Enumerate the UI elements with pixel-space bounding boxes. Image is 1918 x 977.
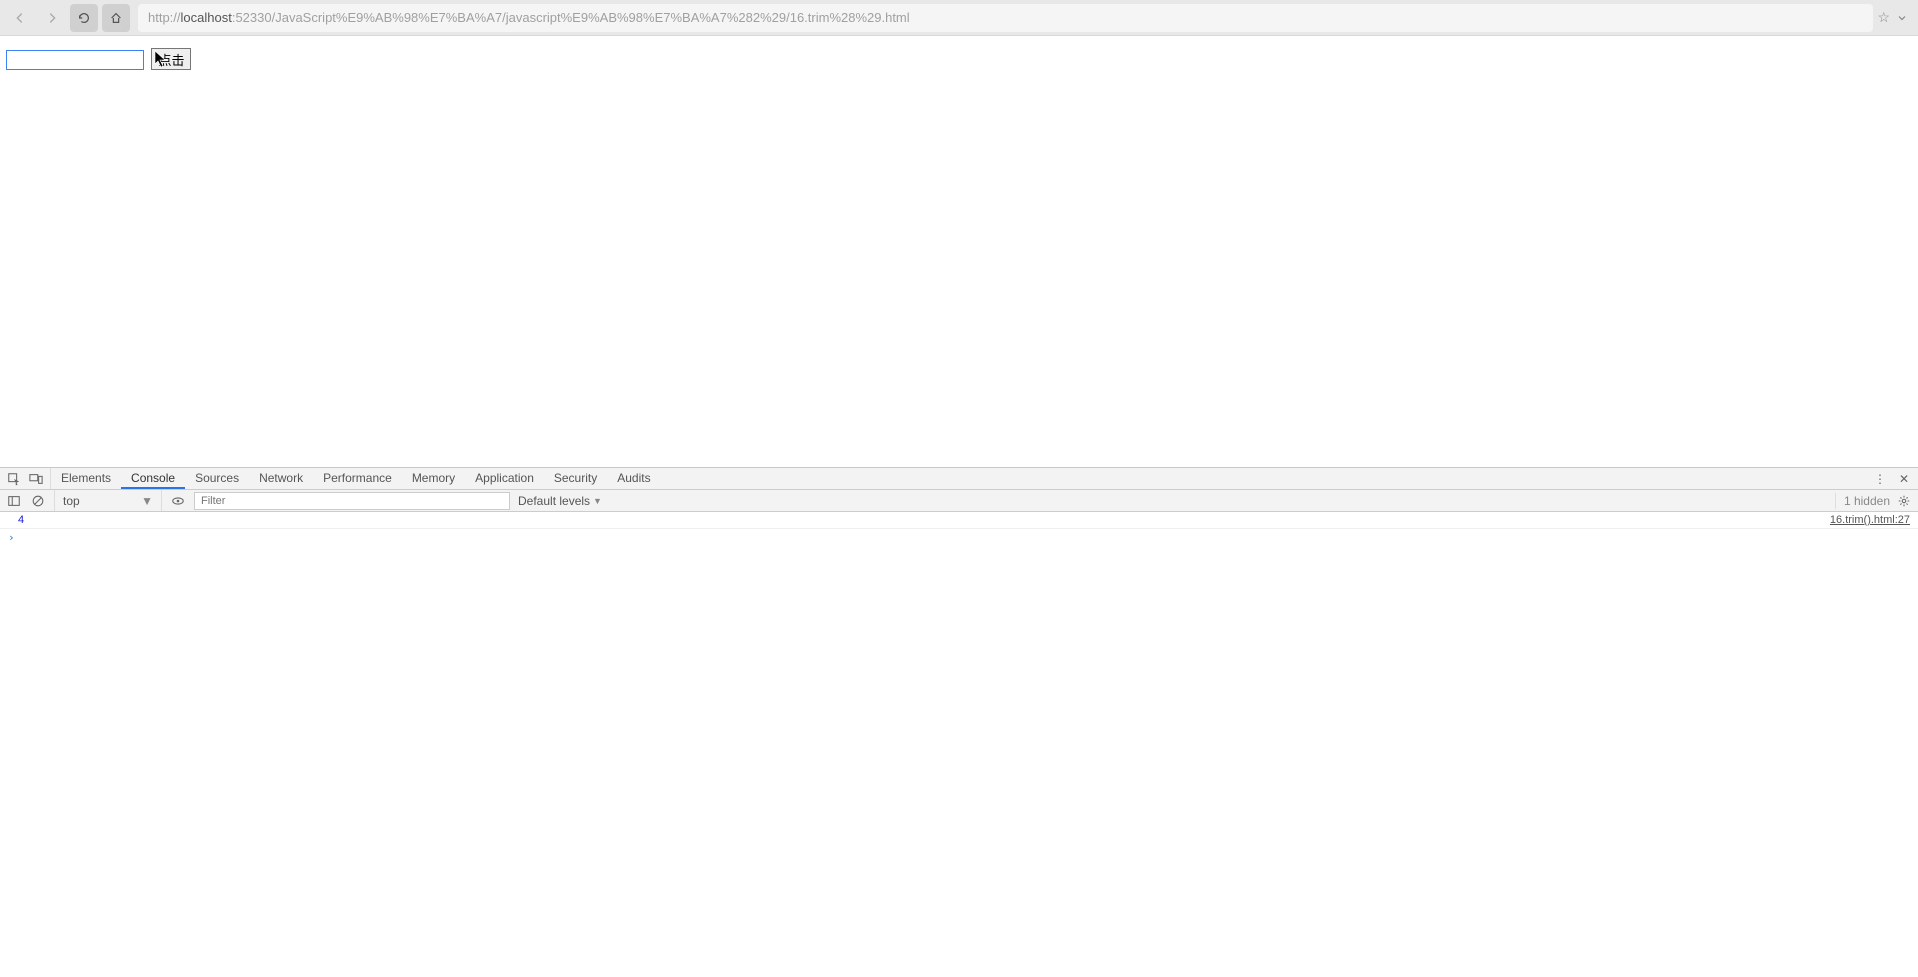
device-icon[interactable]: [28, 471, 44, 487]
inspect-icon[interactable]: [6, 471, 22, 487]
eye-icon[interactable]: [170, 493, 186, 509]
devtools-panel: Elements Console Sources Network Perform…: [0, 467, 1918, 977]
text-input[interactable]: [6, 50, 144, 70]
tab-sources[interactable]: Sources: [185, 468, 249, 489]
hidden-label[interactable]: 1 hidden: [1844, 494, 1890, 508]
more-icon[interactable]: ⋮: [1872, 471, 1888, 487]
page-content: 点击: [0, 36, 1918, 467]
console-source-link[interactable]: 16.trim().html:27: [1830, 514, 1910, 526]
tab-network[interactable]: Network: [249, 468, 313, 489]
context-select[interactable]: top ▼: [54, 490, 162, 511]
close-icon[interactable]: ✕: [1896, 471, 1912, 487]
sidebar-toggle-icon[interactable]: [6, 493, 22, 509]
levels-select[interactable]: Default levels ▼: [518, 494, 602, 508]
url-prefix: http://: [148, 10, 181, 25]
tab-console[interactable]: Console: [121, 468, 185, 489]
back-button[interactable]: [6, 4, 34, 32]
tab-memory[interactable]: Memory: [402, 468, 465, 489]
filter-input[interactable]: [194, 492, 510, 510]
url-host: localhost: [181, 10, 232, 25]
tab-performance[interactable]: Performance: [313, 468, 402, 489]
clear-console-icon[interactable]: [30, 493, 46, 509]
tab-security[interactable]: Security: [544, 468, 607, 489]
devtools-tabs: Elements Console Sources Network Perform…: [0, 468, 1918, 490]
hidden-count: 1 hidden: [1835, 493, 1912, 509]
browser-toolbar: http://localhost:52330/JavaScript%E9%AB%…: [0, 0, 1918, 36]
bookmark-icon[interactable]: ☆: [1877, 9, 1890, 26]
chevron-down-icon: ▼: [141, 494, 153, 508]
devtools-left-icons: [0, 468, 51, 489]
tab-application[interactable]: Application: [465, 468, 544, 489]
address-bar[interactable]: http://localhost:52330/JavaScript%E9%AB%…: [138, 4, 1873, 32]
prompt-icon: ›: [8, 531, 15, 544]
toolbar-right: ☆: [1877, 9, 1912, 26]
click-button[interactable]: 点击: [151, 48, 191, 70]
console-value: 4: [18, 514, 24, 526]
console-log-row: 4 16.trim().html:27: [0, 512, 1918, 529]
tab-audits[interactable]: Audits: [607, 468, 660, 489]
chevron-down-icon: ▼: [593, 496, 602, 506]
context-label: top: [63, 494, 80, 508]
devtools-right-icons: ⋮ ✕: [1866, 468, 1918, 489]
url-rest: :52330/JavaScript%E9%AB%98%E7%BA%A7/java…: [232, 10, 910, 25]
console-prompt[interactable]: ›: [0, 529, 1918, 546]
chevron-down-icon[interactable]: [1896, 12, 1908, 24]
console-body: 4 16.trim().html:27 ›: [0, 512, 1918, 977]
console-toolbar: top ▼ Default levels ▼ 1 hidden: [0, 490, 1918, 512]
reload-button[interactable]: [70, 4, 98, 32]
levels-label: Default levels: [518, 494, 590, 508]
tab-elements[interactable]: Elements: [51, 468, 121, 489]
forward-button[interactable]: [38, 4, 66, 32]
home-button[interactable]: [102, 4, 130, 32]
gear-icon[interactable]: [1896, 493, 1912, 509]
